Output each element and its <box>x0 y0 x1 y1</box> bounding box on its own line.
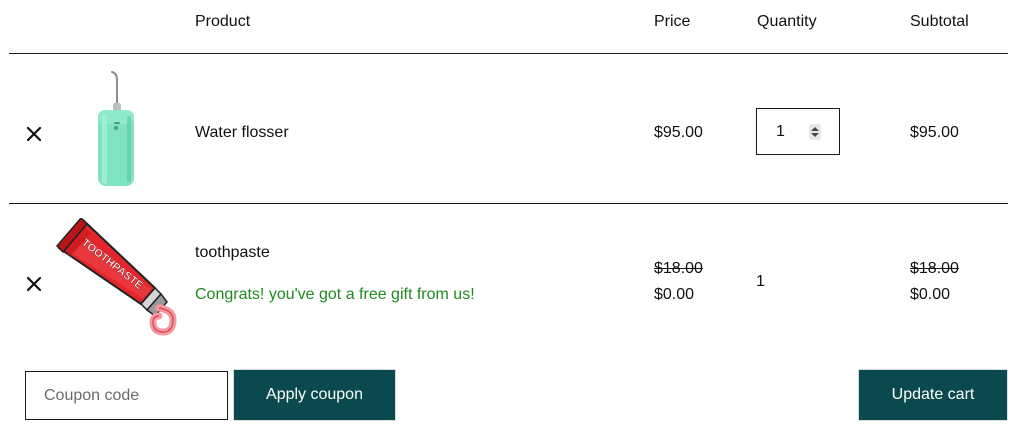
product-name-water-flosser[interactable]: Water flosser <box>195 123 289 143</box>
price-original-toothpaste: $18.00 <box>654 260 703 277</box>
price-water-flosser: $95.00 <box>654 124 703 141</box>
close-icon <box>26 126 42 142</box>
remove-item-button[interactable] <box>22 122 46 146</box>
toothpaste-tube-image[interactable]: TOOTHPASTE <box>55 216 177 340</box>
subtotal-original-toothpaste: $18.00 <box>910 260 959 277</box>
spinner-down-icon[interactable] <box>811 133 819 137</box>
water-flosser-image[interactable] <box>92 70 140 188</box>
header-subtotal: Subtotal <box>910 13 969 30</box>
remove-item-button[interactable] <box>22 272 46 296</box>
cart-table: Product Price Quantity Subtotal Water fl… <box>0 0 1016 429</box>
product-name-toothpaste[interactable]: toothpaste <box>195 243 270 263</box>
quantity-input[interactable] <box>757 109 841 154</box>
header-product: Product <box>195 13 251 30</box>
close-icon <box>26 276 42 292</box>
price-toothpaste: $0.00 <box>654 286 695 303</box>
spinner-icon[interactable] <box>809 124 821 140</box>
subtotal-toothpaste: $0.00 <box>910 286 951 303</box>
quantity-stepper[interactable] <box>756 108 841 155</box>
apply-coupon-button[interactable]: Apply coupon <box>233 369 396 421</box>
subtotal-water-flosser: $95.00 <box>910 124 959 141</box>
free-gift-note: Congrats! you've got a free gift from us… <box>195 286 475 303</box>
header-divider <box>9 53 1008 54</box>
quantity-toothpaste: 1 <box>756 273 765 290</box>
header-quantity: Quantity <box>757 13 817 30</box>
update-cart-button[interactable]: Update cart <box>858 369 1008 421</box>
coupon-code-input[interactable] <box>25 371 228 420</box>
row-divider <box>9 203 1008 204</box>
header-price: Price <box>654 13 691 30</box>
spinner-up-icon[interactable] <box>811 127 819 131</box>
